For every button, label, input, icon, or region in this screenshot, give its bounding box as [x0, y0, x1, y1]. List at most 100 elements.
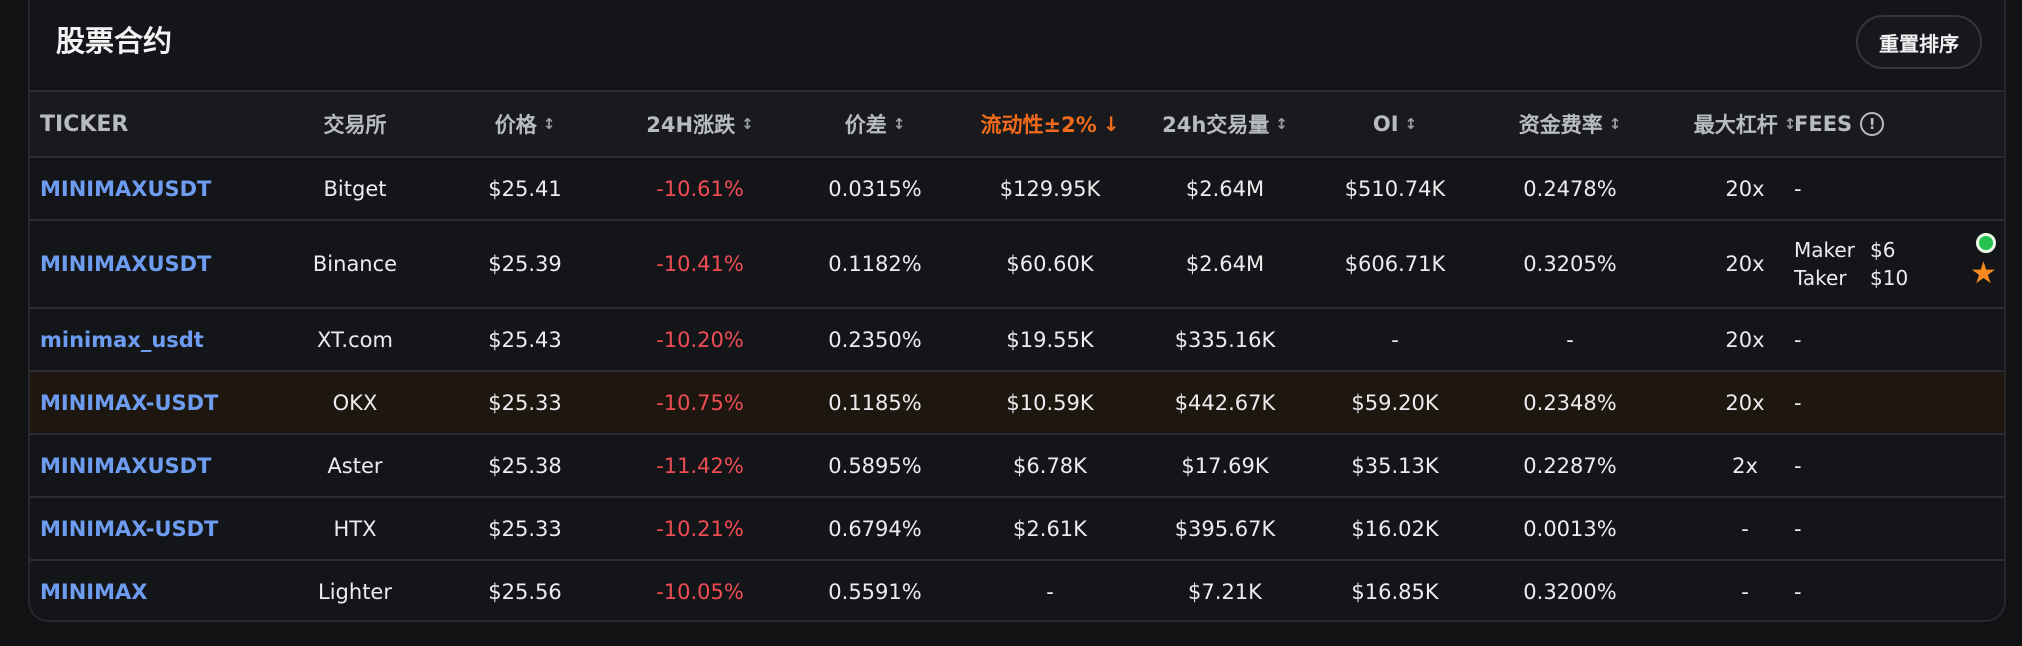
liquidity-cell: $129.95K [999, 176, 1101, 201]
ticker-link[interactable]: MINIMAXUSDT [40, 177, 211, 201]
exchange-cell: Bitget [323, 176, 387, 201]
funding-cell: - [1566, 327, 1574, 352]
liquidity-cell: $6.78K [1013, 453, 1087, 478]
fees-cell: - [1794, 453, 1802, 478]
volume-cell: $17.69K [1181, 453, 1269, 478]
price-cell: $25.39 [488, 252, 562, 276]
taker-label: Taker [1794, 266, 1847, 290]
spread-cell: 0.6794% [828, 516, 922, 541]
info-icon[interactable]: ! [1860, 112, 1885, 136]
sort-descending-icon: ↓ [1102, 112, 1120, 136]
sort-icon: ↕ [542, 115, 556, 133]
fees-cell: - [1794, 516, 1802, 541]
column-header-24h-volume[interactable]: 24h交易量 ↕ [1140, 92, 1310, 156]
exchange-cell: HTX [333, 516, 377, 541]
column-header-spread[interactable]: 价差 ↕ [790, 92, 960, 156]
sort-icon: ↕ [741, 115, 754, 133]
volume-cell: $335.16K [1174, 327, 1276, 352]
table-row[interactable]: MINIMAXUSDT Binance $25.39 -10.41% 0.118… [30, 219, 2004, 307]
star-icon[interactable]: ★ [1970, 259, 1997, 289]
funding-cell: 0.2478% [1523, 176, 1617, 201]
exchange-cell: OKX [332, 390, 378, 415]
funding-cell: 0.2348% [1523, 390, 1617, 415]
table-row[interactable]: MINIMAXUSDT Aster $25.38 -11.42% 0.5895%… [30, 433, 2004, 496]
oi-cell: $16.85K [1351, 579, 1439, 604]
spread-cell: 0.5895% [828, 453, 922, 478]
volume-cell: $7.21K [1188, 579, 1262, 604]
table-row[interactable]: MINIMAXUSDT Bitget $25.41 -10.61% 0.0315… [30, 156, 2004, 219]
taker-value: $10 [1870, 266, 1909, 290]
change-cell: -10.41% [656, 252, 744, 276]
change-cell: -10.75% [656, 390, 744, 415]
ticker-link[interactable]: MINIMAXUSDT [40, 454, 211, 478]
column-header-24h-change[interactable]: 24H涨跌 ↕ [610, 92, 790, 156]
liquidity-cell: - [1046, 579, 1054, 604]
fees-cell: - [1794, 176, 1802, 201]
column-header-exchange[interactable]: 交易所 [260, 92, 450, 156]
volume-cell: $2.64M [1185, 252, 1265, 276]
table-header: TICKER 交易所 价格 ↕ 24H涨跌 ↕ 价差 ↕ 流动性±2% ↓ 24… [30, 90, 2004, 156]
table-row[interactable]: minimax_usdt XT.com $25.43 -10.20% 0.235… [30, 307, 2004, 370]
price-cell: $25.33 [488, 516, 562, 541]
spread-cell: 0.5591% [828, 579, 922, 604]
volume-cell: $2.64M [1185, 176, 1265, 201]
sort-icon: ↕ [1275, 115, 1288, 133]
change-cell: -10.21% [656, 516, 744, 541]
ticker-link[interactable]: MINIMAXUSDT [40, 252, 211, 276]
maker-value: $6 [1870, 238, 1896, 262]
spread-cell: 0.0315% [828, 176, 922, 201]
column-header-fees: FEES ! [1794, 92, 2004, 156]
price-cell: $25.56 [488, 579, 562, 604]
table-row[interactable]: MINIMAX Lighter $25.56 -10.05% 0.5591% -… [30, 559, 2004, 620]
panel-title: 股票合约 [56, 24, 173, 58]
liquidity-cell: $10.59K [1006, 390, 1094, 415]
ticker-link[interactable]: MINIMAX [40, 580, 147, 604]
column-header-liquidity[interactable]: 流动性±2% ↓ [960, 92, 1140, 156]
ticker-link[interactable]: MINIMAX-USDT [40, 517, 218, 541]
panel-header: 股票合约 重置排序 [30, 0, 2004, 90]
oi-cell: $606.71K [1344, 252, 1446, 276]
liquidity-cell: $19.55K [1006, 327, 1094, 352]
table-row-highlighted[interactable]: MINIMAX-USDT OKX $25.33 -10.75% 0.1185% … [30, 370, 2004, 433]
oi-cell: $510.74K [1344, 176, 1446, 201]
change-cell: -10.61% [656, 176, 744, 201]
table-row[interactable]: MINIMAX-USDT HTX $25.33 -10.21% 0.6794% … [30, 496, 2004, 559]
fees-cell: - [1794, 579, 1802, 604]
price-cell: $25.41 [488, 176, 562, 201]
ticker-link[interactable]: minimax_usdt [40, 328, 204, 352]
price-cell: $25.38 [488, 453, 562, 478]
oi-cell: $16.02K [1351, 516, 1439, 541]
ticker-link[interactable]: MINIMAX-USDT [40, 391, 218, 415]
exchange-cell: XT.com [317, 327, 393, 352]
column-header-ticker[interactable]: TICKER [40, 92, 270, 156]
volume-cell: $395.67K [1174, 516, 1276, 541]
change-cell: -11.42% [656, 453, 744, 478]
exchange-cell: Binance [312, 252, 398, 276]
reset-sort-button[interactable]: 重置排序 [1856, 15, 1982, 69]
funding-cell: 0.3200% [1523, 579, 1617, 604]
oi-cell: $59.20K [1351, 390, 1439, 415]
change-cell: -10.20% [656, 327, 744, 352]
exchange-cell: Lighter [318, 579, 392, 604]
volume-cell: $442.67K [1174, 390, 1276, 415]
fees-cell: - [1794, 390, 1802, 415]
price-cell: $25.43 [488, 327, 562, 352]
maker-label: Maker [1794, 238, 1855, 262]
liquidity-cell: $60.60K [1006, 252, 1094, 276]
oi-cell: - [1391, 327, 1399, 352]
spread-cell: 0.1182% [828, 252, 922, 276]
column-header-oi[interactable]: OI ↕ [1310, 92, 1480, 156]
oi-cell: $35.13K [1351, 453, 1439, 478]
contracts-panel: 股票合约 重置排序 TICKER 交易所 价格 ↕ 24H涨跌 ↕ 价差 ↕ 流… [28, 0, 2006, 622]
column-header-funding-rate[interactable]: 资金费率 ↕ [1480, 92, 1660, 156]
price-cell: $25.33 [488, 390, 562, 415]
column-header-price[interactable]: 价格 ↕ [440, 92, 610, 156]
online-status-icon [1976, 233, 1996, 253]
fees-cell: - [1794, 327, 1802, 352]
change-cell: -10.05% [656, 579, 744, 604]
liquidity-cell: $2.61K [1013, 516, 1087, 541]
funding-cell: 0.3205% [1523, 252, 1617, 276]
sort-icon: ↕ [892, 115, 906, 133]
sort-icon: ↕ [1608, 115, 1622, 133]
sort-icon: ↕ [1404, 115, 1418, 133]
